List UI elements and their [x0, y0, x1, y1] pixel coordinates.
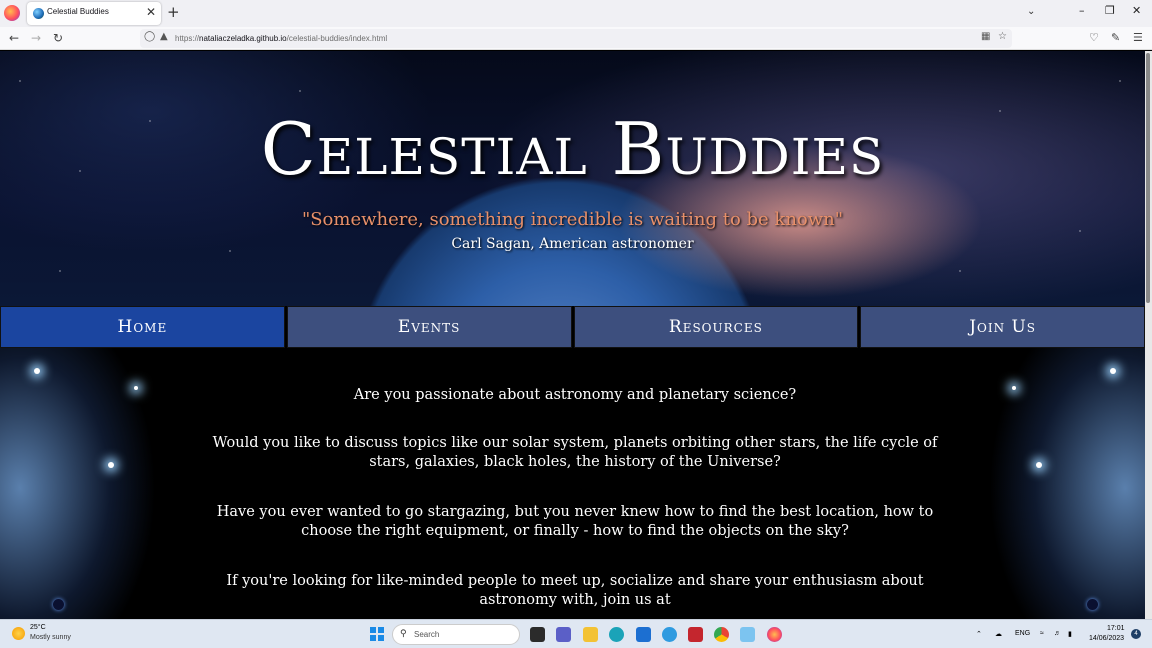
reload-icon[interactable]: ↻: [53, 31, 63, 45]
edge-browser-icon[interactable]: [609, 627, 624, 642]
restore-icon[interactable]: ❐: [1105, 4, 1115, 17]
star-glow: [1110, 368, 1116, 374]
search-label: Search: [414, 630, 440, 639]
chat-icon[interactable]: [556, 627, 571, 642]
site-title: Celestial Buddies: [260, 107, 885, 191]
planet-decoration: [53, 599, 64, 610]
store-icon[interactable]: [636, 627, 651, 642]
pocket-icon[interactable]: ♡: [1089, 31, 1099, 44]
forward-icon[interactable]: →: [31, 31, 41, 45]
intro-paragraph: Would you like to discuss topics like ou…: [212, 435, 938, 470]
main-navigation: Home Events Resources Join Us: [0, 306, 1145, 348]
start-button[interactable]: [370, 627, 384, 641]
weather-sun-icon[interactable]: [12, 627, 25, 640]
minimize-icon[interactable]: –: [1079, 4, 1085, 17]
scrollbar-thumb[interactable]: [1146, 53, 1150, 303]
firefox-view-icon[interactable]: [4, 5, 20, 21]
intro-paragraph: If you're looking for like-minded people…: [226, 573, 924, 608]
quote-author: Carl Sagan, American astronomer: [451, 236, 694, 252]
back-icon[interactable]: ←: [9, 31, 19, 45]
tray-overflow-icon[interactable]: ⌃: [976, 630, 982, 638]
close-window-icon[interactable]: ✕: [1132, 4, 1141, 17]
shield-icon[interactable]: ◯: [144, 31, 155, 42]
star-glow: [108, 462, 114, 468]
taskbar-search[interactable]: ⚲ Search: [392, 624, 520, 645]
menu-icon[interactable]: ☰: [1133, 31, 1143, 44]
battery-icon[interactable]: ▮: [1068, 630, 1072, 638]
nav-home[interactable]: Home: [0, 306, 285, 348]
onedrive-icon[interactable]: ☁: [995, 630, 1002, 638]
clock-date[interactable]: 14/06/2023: [1089, 635, 1124, 642]
app-icon[interactable]: [662, 627, 677, 642]
photos-icon[interactable]: [740, 627, 755, 642]
reader-view-icon[interactable]: ▦: [981, 31, 990, 42]
chrome-icon[interactable]: [714, 627, 729, 642]
search-icon: ⚲: [400, 629, 407, 639]
file-explorer-icon[interactable]: [583, 627, 598, 642]
hero-banner: Celestial Buddies "Somewhere, something …: [0, 51, 1145, 306]
star-glow: [1012, 386, 1016, 390]
intro-paragraph: Have you ever wanted to go stargazing, b…: [216, 504, 934, 539]
security-app-icon[interactable]: [688, 627, 703, 642]
web-page: Celestial Buddies "Somewhere, something …: [0, 51, 1145, 619]
intro-paragraph: Are you passionate about astronomy and p…: [353, 387, 797, 403]
firefox-icon[interactable]: [767, 627, 782, 642]
weather-condition[interactable]: Mostly sunny: [30, 634, 71, 641]
browser-nav-bar: ← → ↻ ◯ ▲ https://nataliaczeladka.github…: [0, 27, 1152, 50]
task-view-icon[interactable]: [530, 627, 545, 642]
windows-taskbar: 25°C Mostly sunny ⚲ Search ⌃ ☁ ENG ≈ ♬ ▮…: [0, 619, 1152, 648]
star-glow: [1036, 462, 1042, 468]
new-tab-button[interactable]: +: [167, 3, 180, 21]
extensions-icon[interactable]: ✎: [1111, 31, 1120, 44]
nav-join-us[interactable]: Join Us: [860, 306, 1145, 348]
planet-decoration: [1087, 599, 1098, 610]
language-indicator[interactable]: ENG: [1015, 630, 1030, 637]
browser-tab-bar: Celestial Buddies ✕ + ⌄ – ❐ ✕: [0, 0, 1152, 27]
nav-events[interactable]: Events: [286, 306, 572, 348]
star-glow: [134, 386, 138, 390]
url-bar[interactable]: ◯ ▲ https://nataliaczeladka.github.io/ce…: [140, 29, 1012, 48]
notification-badge[interactable]: 4: [1131, 629, 1141, 639]
weather-temperature[interactable]: 25°C: [30, 624, 46, 631]
volume-icon[interactable]: ♬: [1054, 630, 1061, 637]
intro-section: Are you passionate about astronomy and p…: [0, 348, 1145, 619]
nav-resources[interactable]: Resources: [573, 306, 859, 348]
wifi-icon[interactable]: ≈: [1040, 630, 1044, 637]
tab-title: Celestial Buddies: [47, 7, 109, 16]
url-text[interactable]: https://nataliaczeladka.github.io/celest…: [175, 34, 387, 43]
bookmark-star-icon[interactable]: ☆: [998, 31, 1007, 42]
site-favicon-icon: [33, 8, 44, 19]
lock-icon[interactable]: ▲: [160, 31, 168, 42]
clock-time[interactable]: 17:01: [1107, 625, 1125, 632]
hero-quote: "Somewhere, something incredible is wait…: [301, 209, 844, 230]
list-all-tabs-icon[interactable]: ⌄: [1027, 6, 1035, 17]
page-scrollbar[interactable]: [1145, 51, 1152, 619]
close-tab-icon[interactable]: ✕: [146, 5, 156, 19]
browser-tab[interactable]: Celestial Buddies ✕: [27, 2, 161, 25]
star-glow: [34, 368, 40, 374]
